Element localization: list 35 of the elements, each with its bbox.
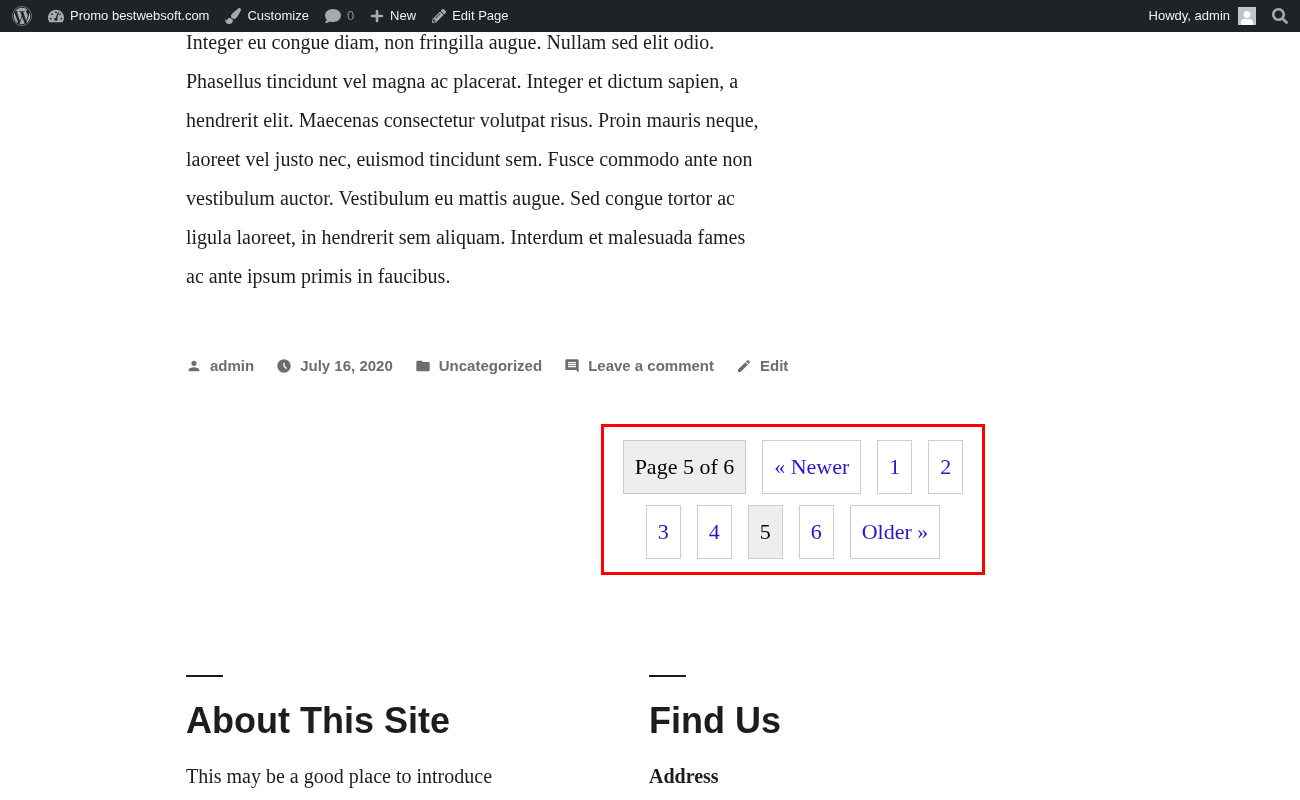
admin-bar-link[interactable]: Customize xyxy=(217,0,317,32)
admin-bar-link[interactable]: Promo bestwebsoft.com xyxy=(40,0,218,32)
post-meta-link[interactable]: Uncategorized xyxy=(438,355,543,378)
admin-bar-link[interactable]: 0 xyxy=(316,0,363,32)
post-meta-link[interactable]: July 16, 2020 xyxy=(300,355,393,378)
pagination-link[interactable]: 6 xyxy=(798,504,834,559)
post-meta-link[interactable]: Leave a comment xyxy=(588,355,714,378)
pagination-link[interactable]: 4 xyxy=(696,504,732,559)
avatar-icon xyxy=(1238,7,1256,25)
pencil-icon xyxy=(432,9,447,23)
pagination-link[interactable]: Older » xyxy=(849,504,941,559)
pagination-link[interactable]: 1 xyxy=(877,439,913,494)
clock-icon xyxy=(276,358,293,375)
pagination-link[interactable]: « Newer xyxy=(762,439,862,494)
account-link[interactable]: Howdy, admin xyxy=(1140,6,1264,26)
pagination-link[interactable]: 3 xyxy=(645,504,681,559)
paintbrush-icon xyxy=(225,8,242,24)
search-icon[interactable] xyxy=(1272,8,1288,24)
comment-icon xyxy=(324,8,341,24)
widget-heading: About This Site xyxy=(186,698,451,743)
post-meta-link[interactable]: admin xyxy=(210,355,255,378)
dashboard-icon xyxy=(48,8,64,24)
post-meta-link[interactable]: Edit xyxy=(760,355,789,378)
admin-bar-link[interactable]: New xyxy=(362,0,425,32)
widget-heading: Find Us xyxy=(649,698,782,743)
post-paragraph: Integer eu congue diam, non fringilla augue. Nullam sed elit odio. Phasellus tincidunt vel magna ac placerat. Integer et dictum sapien, a hendrerit elit. Maecenas consectetur volutpat risus. Proin mauris neque, laoreet vel justo nec, euismod tincidunt sem. Fusce commodo ante non vestibulum auctor. Vestibulum eu mattis augue. Sed congue tortor ac ligula laoreet, in hendrerit sem aliquam. Interdum et malesuada fames ac ante ipsum primis in faucibus. xyxy=(186,30,760,290)
pencil-icon xyxy=(736,358,752,375)
widget-subheading: Address xyxy=(649,764,720,787)
plus-icon xyxy=(370,9,385,23)
pagination-link[interactable]: 5 xyxy=(747,504,783,559)
pagination-link[interactable]: 2 xyxy=(928,439,964,494)
page-status: Page 5 of 6 xyxy=(622,439,747,494)
widget-text: This may be a good place to introduce xyxy=(186,764,493,787)
admin-bar-link[interactable]: Edit Page xyxy=(424,0,517,32)
comment-icon xyxy=(564,358,581,375)
